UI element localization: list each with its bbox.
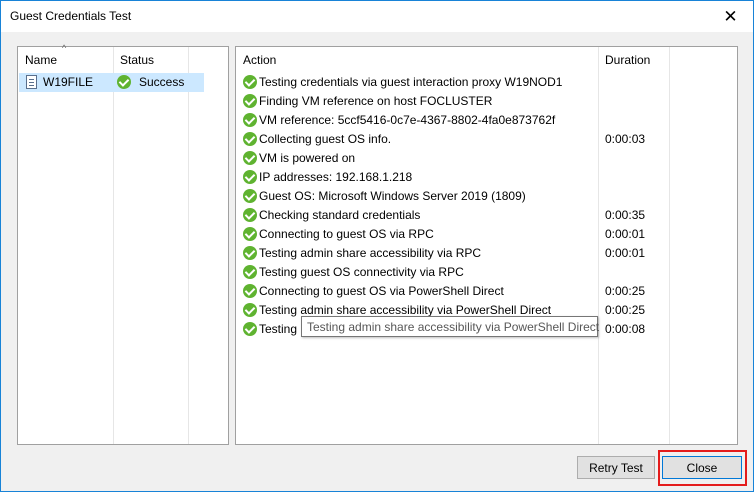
window-title: Guest Credentials Test: [10, 9, 132, 23]
success-check-icon: [243, 170, 257, 184]
log-duration: 0:00:08: [605, 322, 646, 336]
success-check-icon: [243, 284, 257, 298]
vm-list-panel: Name ^ Status W19FILE Success: [17, 43, 229, 445]
document-icon: [26, 75, 37, 89]
log-row[interactable]: Collecting guest OS info. 0:00:03: [237, 130, 738, 149]
log-duration: 0:00:35: [605, 208, 646, 222]
log-row[interactable]: VM is powered on: [237, 149, 738, 168]
log-action-text: Testing guest OS connectivity via RPC: [259, 265, 464, 279]
log-action-text: Finding VM reference on host FOCLUSTER: [259, 94, 493, 108]
success-check-icon: [243, 94, 257, 108]
success-check-icon: [117, 75, 131, 89]
success-check-icon: [243, 303, 257, 317]
sort-ascending-icon: ^: [62, 43, 67, 53]
log-action-text: Connecting to guest OS via RPC: [259, 227, 434, 241]
log-action-text: Collecting guest OS info.: [259, 132, 392, 146]
log-row[interactable]: IP addresses: 192.168.1.218: [237, 168, 738, 187]
success-check-icon: [243, 208, 257, 222]
log-action-text: VM is powered on: [259, 151, 356, 165]
retry-test-button[interactable]: Retry Test: [577, 456, 655, 479]
success-check-icon: [243, 246, 257, 260]
column-divider: [188, 47, 189, 444]
column-header-duration-label: Duration: [605, 53, 651, 67]
action-log-panel: Action Duration Testing credentials via …: [235, 46, 738, 445]
success-check-icon: [243, 75, 257, 89]
log-action-text: Testing: [259, 322, 298, 336]
vm-list-row[interactable]: W19FILE Success: [19, 73, 204, 92]
success-check-icon: [243, 132, 257, 146]
log-action-text: Guest OS: Microsoft Windows Server 2019 …: [259, 189, 526, 203]
vm-status: Success: [139, 75, 185, 89]
success-check-icon: [243, 322, 257, 336]
log-action-text: VM reference: 5ccf5416-0c7e-4367-8802-4f…: [259, 113, 556, 127]
log-duration: 0:00:01: [605, 246, 646, 260]
log-row[interactable]: Testing guest OS connectivity via RPC: [237, 263, 738, 282]
log-action-text: Checking standard credentials: [259, 208, 421, 222]
log-row[interactable]: Testing admin share accessibility via RP…: [237, 244, 738, 263]
column-header-action-label: Action: [243, 53, 277, 67]
close-window-icon[interactable]: ✕: [708, 1, 753, 32]
log-action-text: Testing credentials via guest interactio…: [259, 75, 563, 89]
log-action-text: Connecting to guest OS via PowerShell Di…: [259, 284, 504, 298]
title-bar: Guest Credentials Test ✕: [1, 1, 753, 32]
log-row[interactable]: Connecting to guest OS via RPC 0:00:01: [237, 225, 738, 244]
column-divider: [113, 47, 114, 444]
log-row[interactable]: Testing credentials via guest interactio…: [237, 73, 738, 92]
success-check-icon: [243, 113, 257, 127]
success-check-icon: [243, 151, 257, 165]
log-duration: 0:00:25: [605, 284, 646, 298]
column-header-status[interactable]: Status: [113, 47, 188, 73]
column-header-name-label: Name: [25, 53, 58, 67]
column-header-action[interactable]: Action: [236, 47, 598, 73]
log-action-text: IP addresses: 192.168.1.218: [259, 170, 413, 184]
log-action-text: Testing admin share accessibility via Po…: [259, 303, 552, 317]
log-row[interactable]: VM reference: 5ccf5416-0c7e-4367-8802-4f…: [237, 111, 738, 130]
column-header-status-label: Status: [120, 53, 155, 67]
log-row[interactable]: Finding VM reference on host FOCLUSTER: [237, 92, 738, 111]
log-duration: 0:00:01: [605, 227, 646, 241]
column-header-name[interactable]: Name ^: [18, 43, 113, 73]
log-row[interactable]: Guest OS: Microsoft Windows Server 2019 …: [237, 187, 738, 206]
tooltip: Testing admin share accessibility via Po…: [301, 316, 599, 337]
success-check-icon: [243, 265, 257, 279]
success-check-icon: [243, 189, 257, 203]
column-header-duration[interactable]: Duration: [598, 47, 669, 73]
log-row[interactable]: Checking standard credentials 0:00:35: [237, 206, 738, 225]
log-row[interactable]: Connecting to guest OS via PowerShell Di…: [237, 282, 738, 301]
vm-name: W19FILE: [43, 75, 94, 89]
log-action-text: Testing admin share accessibility via RP…: [259, 246, 482, 260]
highlight-box: [658, 450, 747, 486]
log-duration: 0:00:25: [605, 303, 646, 317]
guest-credentials-dialog: Guest Credentials Test ✕ Name ^ Status W…: [0, 0, 754, 492]
success-check-icon: [243, 227, 257, 241]
log-duration: 0:00:03: [605, 132, 646, 146]
